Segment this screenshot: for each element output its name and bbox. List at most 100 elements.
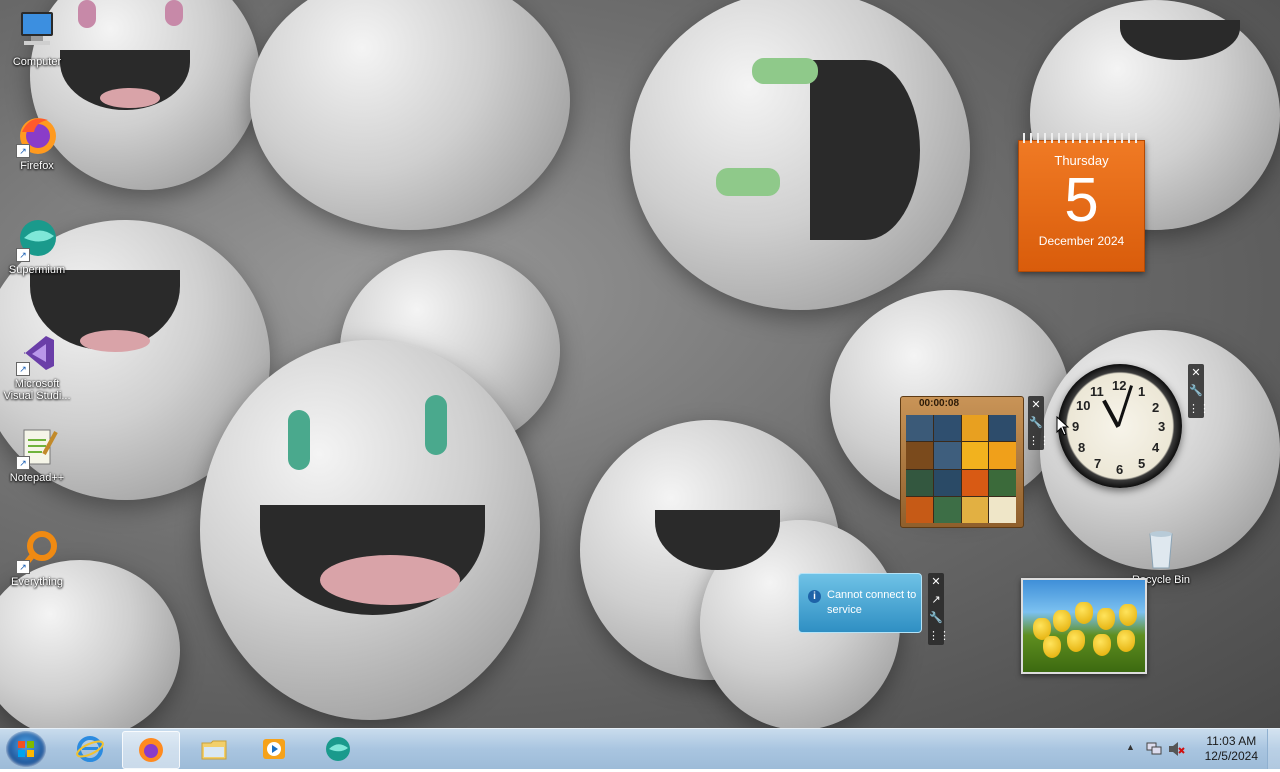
taskbar-internet-explorer[interactable] (62, 731, 118, 767)
close-icon[interactable]: ✕ (1028, 396, 1044, 414)
supermium-icon: ↗ (14, 216, 60, 262)
shortcut-arrow-icon: ↗ (16, 456, 30, 470)
tulip-flower (1053, 610, 1071, 632)
options-wrench-icon[interactable]: 🔧 (1188, 382, 1204, 400)
clock-numeral: 5 (1138, 456, 1146, 471)
clock-numeral: 3 (1158, 419, 1166, 434)
shortcut-arrow-icon: ↗ (16, 560, 30, 574)
computer-icon (14, 8, 60, 54)
drag-grip-icon[interactable]: ⋮⋮ (928, 627, 950, 645)
close-icon[interactable]: ✕ (928, 573, 944, 591)
folder-icon (201, 740, 227, 760)
clock-numeral: 1 (1138, 384, 1146, 399)
desktop-icon-visual-studio[interactable]: ↗ Microsoft Visual Studi... (0, 330, 74, 402)
puzzle-tile[interactable] (933, 415, 961, 442)
show-hidden-icons-button[interactable]: ▲ (1126, 742, 1135, 752)
larger-size-icon[interactable]: ↗ (928, 591, 944, 609)
notepadpp-icon: ↗ (14, 424, 60, 470)
wallpaper-eye (716, 168, 780, 196)
puzzle-tile[interactable] (989, 496, 1016, 523)
picture-puzzle-gadget[interactable]: 00:00:08 (900, 396, 1024, 528)
drag-grip-icon[interactable]: ⋮⋮ (1188, 400, 1210, 418)
everything-icon: ↗ (14, 528, 60, 574)
taskbar-supermium[interactable] (310, 731, 366, 767)
tulip-flower (1119, 604, 1137, 626)
close-icon[interactable]: ✕ (1188, 364, 1204, 382)
desktop[interactable]: Computer ↗ Firefox ↗ Supermium ↗ Microso… (0, 0, 1280, 728)
puzzle-tile[interactable] (989, 442, 1016, 469)
windows-logo-icon (18, 741, 34, 757)
puzzle-tile[interactable] (989, 469, 1016, 496)
puzzle-tile[interactable] (933, 496, 961, 523)
ie-icon (76, 736, 104, 762)
puzzle-tile[interactable] (961, 496, 989, 523)
puzzle-tile[interactable] (961, 442, 989, 469)
desktop-icon-recycle-bin[interactable]: Recycle Bin (1124, 526, 1198, 586)
calendar-day-number: 5 (1064, 166, 1099, 235)
puzzle-timer: 00:00:08 (919, 398, 960, 409)
puzzle-tile[interactable] (961, 469, 989, 496)
feed-headlines-gadget[interactable]: i Cannot connect to service (798, 573, 922, 633)
clock-numeral: 12 (1112, 378, 1127, 393)
desktop-icon-everything[interactable]: ↗ Everything (0, 528, 74, 588)
firefox-icon: ↗ (14, 112, 60, 158)
taskbar-windows-explorer[interactable] (186, 731, 242, 767)
desktop-icon-label: Supermium (8, 264, 66, 276)
clock-gadget[interactable]: 12 1 2 3 4 5 6 7 8 9 10 11 (1058, 364, 1182, 488)
puzzle-gadget-controls: ✕ 🔧 ⋮⋮ (1028, 396, 1050, 450)
tulip-flower (1117, 630, 1135, 652)
desktop-icon-computer[interactable]: Computer (0, 8, 74, 68)
puzzle-grid[interactable] (906, 415, 1016, 523)
taskbar-firefox[interactable] (122, 731, 180, 769)
desktop-icon-firefox[interactable]: ↗ Firefox (0, 112, 74, 172)
puzzle-tile[interactable] (933, 442, 961, 469)
clock-numeral: 4 (1152, 440, 1160, 455)
feed-error-message: Cannot connect to service (827, 589, 917, 616)
wallpaper-eye (425, 395, 447, 455)
puzzle-tile[interactable] (989, 415, 1016, 442)
clock-numeral: 6 (1116, 462, 1124, 477)
desktop-icon-notepadpp[interactable]: ↗ Notepad++ (0, 424, 74, 484)
puzzle-tile[interactable] (906, 469, 933, 496)
start-button[interactable] (6, 731, 46, 767)
drag-grip-icon[interactable]: ⋮⋮ (1028, 432, 1050, 450)
clock-numeral: 7 (1094, 456, 1102, 471)
puzzle-tile[interactable] (933, 469, 961, 496)
wallpaper-tongue (80, 330, 150, 352)
wallpaper-eye (78, 0, 96, 28)
desktop-icon-label: Microsoft Visual Studi... (3, 378, 71, 402)
puzzle-tile[interactable] (961, 415, 989, 442)
taskbar-media-player[interactable] (246, 731, 302, 767)
volume-muted-icon[interactable] (1168, 741, 1186, 757)
desktop-icon-label: Computer (12, 56, 62, 68)
tulip-flower (1093, 634, 1111, 656)
desktop-icon-label: Everything (11, 576, 63, 588)
info-icon: i (808, 590, 821, 603)
taskbar-clock[interactable]: 11:03 AM 12/5/2024 (1205, 734, 1258, 764)
feed-gadget-controls: ✕ ↗ 🔧 ⋮⋮ (928, 573, 950, 645)
calendar-rings (1023, 133, 1140, 143)
options-wrench-icon[interactable]: 🔧 (928, 609, 944, 627)
desktop-icon-label: Notepad++ (9, 472, 65, 484)
puzzle-tile[interactable] (906, 415, 933, 442)
calendar-gadget[interactable]: Thursday 5 December 2024 (1018, 133, 1145, 272)
clock-numeral: 10 (1076, 398, 1091, 413)
taskbar: ▲ 11:03 AM 12/5/2024 (0, 728, 1280, 769)
puzzle-tile[interactable] (906, 496, 933, 523)
options-wrench-icon[interactable]: 🔧 (1028, 414, 1044, 432)
media-player-icon (263, 739, 285, 759)
tulip-flower (1097, 608, 1115, 630)
mouse-cursor-icon (1056, 416, 1070, 436)
shortcut-arrow-icon: ↗ (16, 248, 30, 262)
calendar-month-year: December 2024 (1038, 234, 1125, 248)
shortcut-arrow-icon: ↗ (16, 144, 30, 158)
desktop-icon-supermium[interactable]: ↗ Supermium (0, 216, 74, 276)
wallpaper-figure (250, 0, 570, 230)
network-icon[interactable] (1146, 741, 1162, 757)
taskbar-date: 12/5/2024 (1204, 749, 1258, 763)
slideshow-gadget[interactable] (1021, 578, 1147, 674)
show-desktop-button[interactable] (1267, 729, 1280, 769)
clock-numeral: 9 (1072, 419, 1080, 434)
puzzle-tile[interactable] (906, 442, 933, 469)
tulip-flower (1043, 636, 1061, 658)
